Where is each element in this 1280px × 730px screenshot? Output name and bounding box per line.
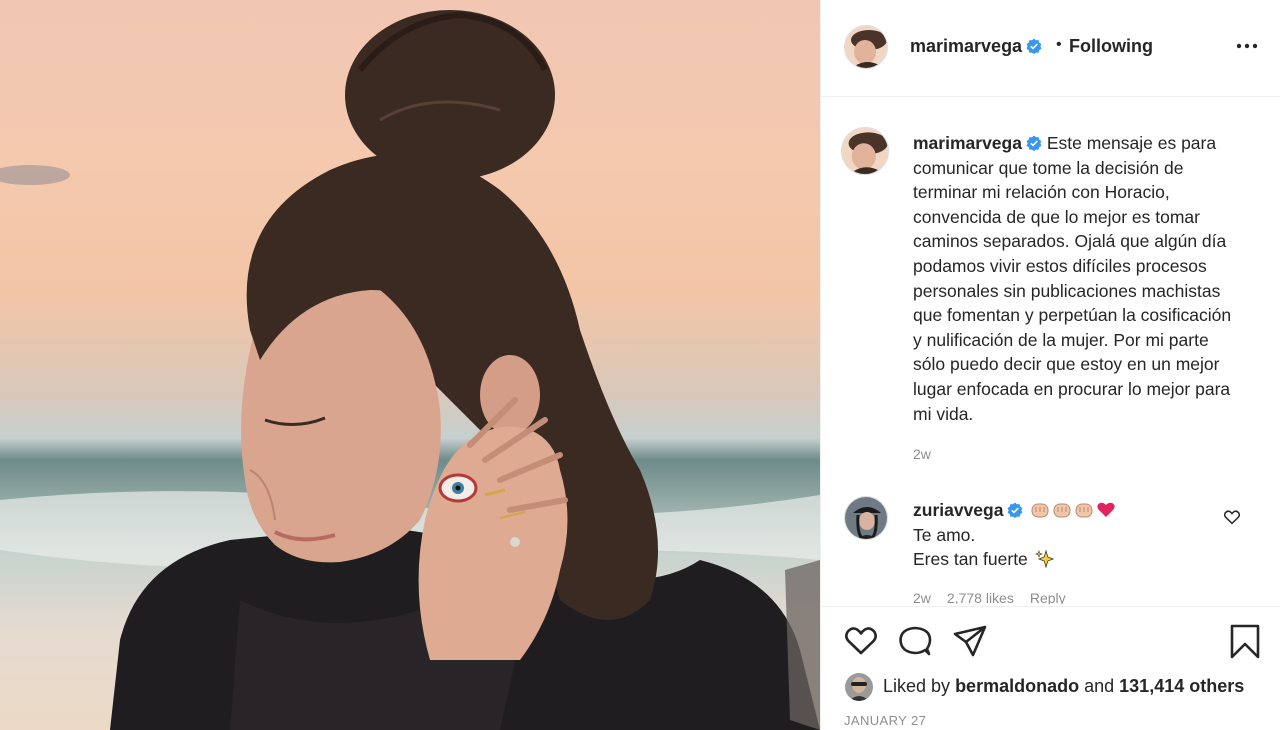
caption-avatar[interactable]	[841, 127, 889, 175]
following-button[interactable]: Following	[1069, 36, 1153, 57]
sparkles-emoji-icon	[1034, 549, 1054, 569]
comment-text-block: zuriavvega Te amo. Eres tan fuerte	[913, 498, 1243, 572]
fist-emoji-icon	[1075, 503, 1093, 518]
liked-by-prefix: Liked by	[883, 676, 951, 696]
like-heart-icon[interactable]	[843, 623, 879, 659]
post-photo[interactable]	[0, 0, 820, 730]
author-avatar[interactable]	[844, 25, 888, 69]
liked-by-text: Liked by bermaldonado and 131,414 others	[883, 676, 1244, 697]
caption-text: Este mensaje es para comunicar que tome …	[913, 133, 1232, 424]
liked-by-user[interactable]: bermaldonado	[955, 676, 1079, 696]
caption-username[interactable]: marimarvega	[913, 133, 1022, 153]
more-options-icon[interactable]	[1233, 32, 1261, 60]
comment-line-2: Eres tan fuerte	[913, 549, 1028, 570]
liked-by-and: and	[1084, 676, 1115, 696]
comment-item: zuriavvega Te amo. Eres tan fuerte 2w 2,7…	[821, 494, 1280, 604]
commenter-username[interactable]: zuriavvega	[913, 500, 1003, 520]
commenter-avatar[interactable]	[844, 496, 888, 540]
fist-emoji-icon	[1031, 503, 1049, 518]
post-header: marimarvega • Following	[821, 0, 1280, 97]
comment-like-heart-icon[interactable]	[1223, 508, 1241, 526]
post-caption: marimarvega Este mensaje es para comunic…	[821, 125, 1280, 475]
verified-badge-icon	[1026, 38, 1042, 54]
comment-icon[interactable]	[897, 623, 933, 659]
caption-time[interactable]: 2w	[913, 446, 931, 462]
post-photo-illustration	[0, 10, 820, 730]
caption-text-block: marimarvega Este mensaje es para comunic…	[913, 131, 1243, 426]
post-date[interactable]: JANUARY 27	[844, 713, 926, 728]
verified-badge-icon	[1008, 502, 1023, 518]
share-icon[interactable]	[952, 623, 988, 659]
comment-reply-button[interactable]: Reply	[1030, 590, 1066, 604]
comment-time[interactable]: 2w	[913, 590, 931, 604]
header-separator: •	[1056, 36, 1062, 53]
red-heart-emoji-icon	[1097, 502, 1115, 517]
liked-by-count[interactable]: 131,414 others	[1119, 676, 1244, 696]
comment-likes[interactable]: 2,778 likes	[947, 590, 1014, 604]
post-actions: Liked by bermaldonado and 131,414 others…	[821, 606, 1280, 730]
comment-line-1: Te amo.	[913, 524, 976, 545]
fist-emoji-icon	[1053, 503, 1071, 518]
bookmark-icon[interactable]	[1227, 623, 1263, 659]
post-sidebar: marimarvega • Following marimarvega Este…	[820, 0, 1280, 730]
comment-meta: 2w 2,778 likes Reply	[913, 590, 1082, 604]
liker-avatar[interactable]	[845, 673, 873, 701]
author-username[interactable]: marimarvega	[910, 36, 1042, 57]
verified-badge-icon	[1026, 135, 1042, 151]
